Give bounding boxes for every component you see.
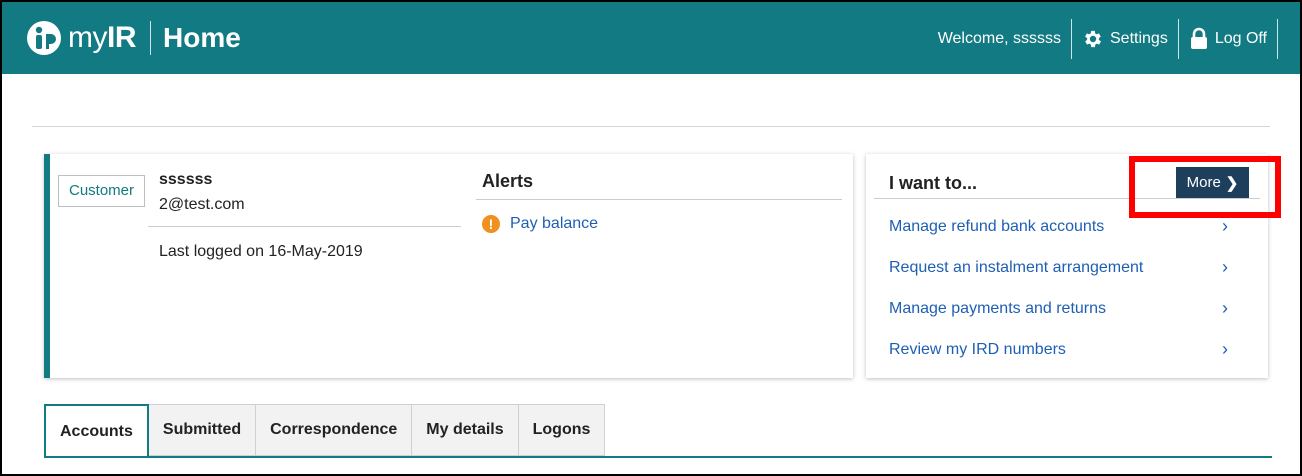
tab-correspondence[interactable]: Correspondence bbox=[256, 404, 413, 456]
page-title: Home bbox=[163, 22, 241, 53]
chevron-right-icon: › bbox=[1222, 216, 1228, 236]
want-item-ird-numbers[interactable]: Review my IRD numbers › bbox=[866, 329, 1268, 370]
want-item-instalment-arrangement[interactable]: Request an instalment arrangement › bbox=[866, 247, 1268, 288]
top-nav: Welcome, ssssss Settings Log Off bbox=[938, 18, 1288, 60]
more-button[interactable]: More ❯ bbox=[1176, 167, 1249, 198]
alert-pay-balance[interactable]: ! Pay balance bbox=[482, 215, 598, 233]
welcome-text: Welcome, ssssss bbox=[937, 30, 1061, 47]
want-item-payments-returns[interactable]: Manage payments and returns › bbox=[866, 288, 1268, 329]
want-item-label: Manage payments and returns bbox=[889, 299, 1107, 317]
customer-divider bbox=[148, 226, 461, 227]
brand[interactable]: myIR Home bbox=[26, 16, 241, 60]
gear-icon bbox=[1085, 30, 1101, 48]
exclamation-icon: ! bbox=[482, 215, 500, 233]
want-list: Manage refund bank accounts › Request an… bbox=[866, 206, 1268, 370]
tab-accounts[interactable]: Accounts bbox=[44, 404, 149, 458]
want-title: I want to... bbox=[889, 173, 977, 193]
nav-divider bbox=[1177, 19, 1179, 59]
customer-card: Customer ssssss 2@test.com Last logged o… bbox=[44, 154, 853, 378]
lock-icon bbox=[1190, 27, 1207, 49]
settings-label: Settings bbox=[1110, 30, 1168, 47]
i-want-to-card: I want to... More ❯ Manage refund bank a… bbox=[866, 154, 1268, 378]
tab-bar: Accounts Submitted Correspondence My det… bbox=[44, 404, 606, 458]
want-divider bbox=[874, 198, 1260, 199]
brand-name: myIR bbox=[68, 21, 137, 54]
chevron-right-icon: › bbox=[1222, 339, 1228, 359]
want-item-refund-bank-accounts[interactable]: Manage refund bank accounts › bbox=[866, 206, 1268, 247]
nav-divider bbox=[1071, 19, 1072, 59]
alert-label: Pay balance bbox=[510, 215, 599, 232]
want-item-label: Manage refund bank accounts bbox=[889, 217, 1105, 235]
alerts-divider bbox=[476, 199, 842, 200]
settings-link[interactable]: Settings bbox=[1082, 28, 1168, 50]
tab-my-details[interactable]: My details bbox=[412, 404, 519, 456]
nav-divider bbox=[1277, 19, 1278, 59]
tab-logons[interactable]: Logons bbox=[518, 404, 606, 456]
logoff-link[interactable]: Log Off bbox=[1189, 27, 1267, 51]
want-item-label: Request an instalment arrangement bbox=[889, 258, 1144, 276]
page-divider bbox=[32, 126, 1270, 127]
logoff-label: Log Off bbox=[1214, 30, 1267, 47]
top-bar: myIR Home Welcome, ssssss Settings Log O… bbox=[2, 2, 1300, 74]
more-label: More bbox=[1186, 174, 1221, 191]
alerts-title: Alerts bbox=[482, 171, 534, 191]
tab-underline bbox=[44, 456, 1272, 458]
want-item-label: Review my IRD numbers bbox=[889, 340, 1066, 358]
chevron-right-icon: › bbox=[1222, 257, 1228, 277]
chevron-right-icon: ❯ bbox=[1225, 174, 1239, 192]
brand-divider bbox=[150, 21, 151, 55]
chevron-right-icon: › bbox=[1222, 298, 1228, 318]
last-logged: Last logged on 16-May-2019 bbox=[159, 243, 363, 260]
myir-logo-icon bbox=[27, 21, 61, 55]
customer-name: ssssss bbox=[159, 171, 213, 188]
customer-badge: Customer bbox=[58, 175, 145, 207]
customer-email: 2@test.com bbox=[159, 196, 245, 213]
tab-submitted[interactable]: Submitted bbox=[148, 404, 257, 456]
